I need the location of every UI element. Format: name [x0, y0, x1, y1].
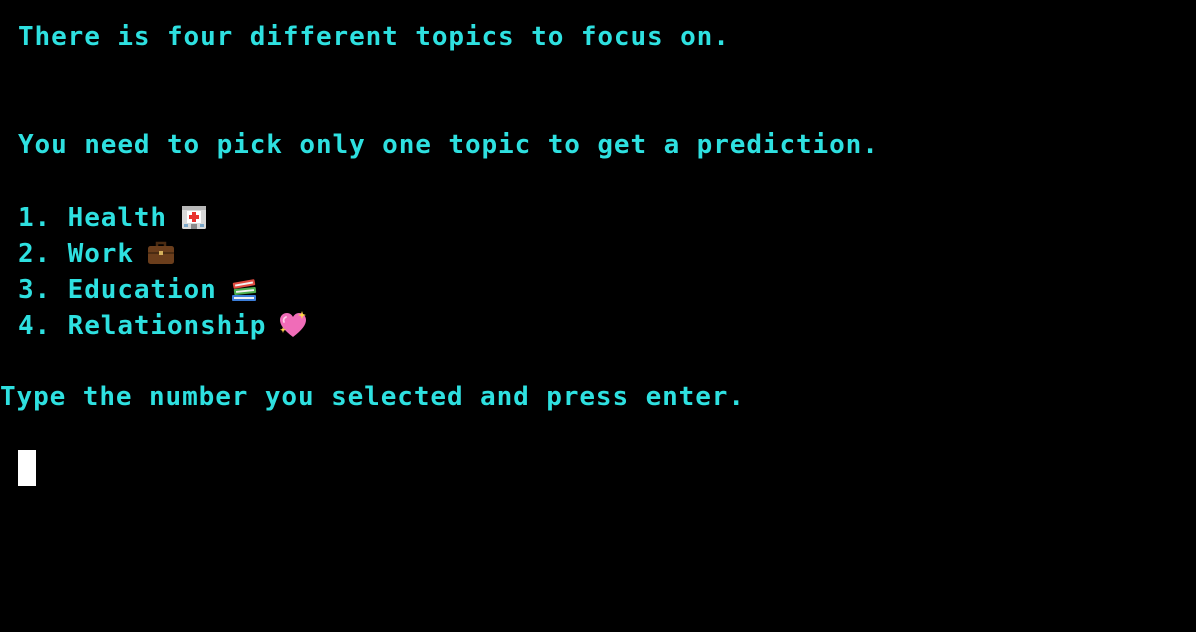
option-label: 1. Health: [18, 203, 167, 233]
intro-text: There is four different topics to focus …: [18, 22, 730, 52]
books-icon: [229, 274, 259, 304]
text-cursor[interactable]: [18, 450, 36, 486]
sparkling-heart-icon: [278, 310, 308, 340]
input-prompt: Type the number you selected and press e…: [0, 382, 745, 412]
briefcase-icon: [146, 238, 176, 268]
option-label: 3. Education: [18, 275, 217, 305]
option-label: 2. Work: [18, 239, 134, 269]
option-health: 1. Health: [18, 202, 209, 233]
option-work: 2. Work: [18, 238, 176, 269]
option-education: 3. Education: [18, 274, 259, 305]
instruction-text: You need to pick only one topic to get a…: [18, 130, 879, 160]
option-relationship: 4. Relationship: [18, 310, 308, 341]
terminal-window[interactable]: There is four different topics to focus …: [0, 0, 1196, 632]
hospital-icon: [179, 202, 209, 232]
option-label: 4. Relationship: [18, 311, 267, 341]
